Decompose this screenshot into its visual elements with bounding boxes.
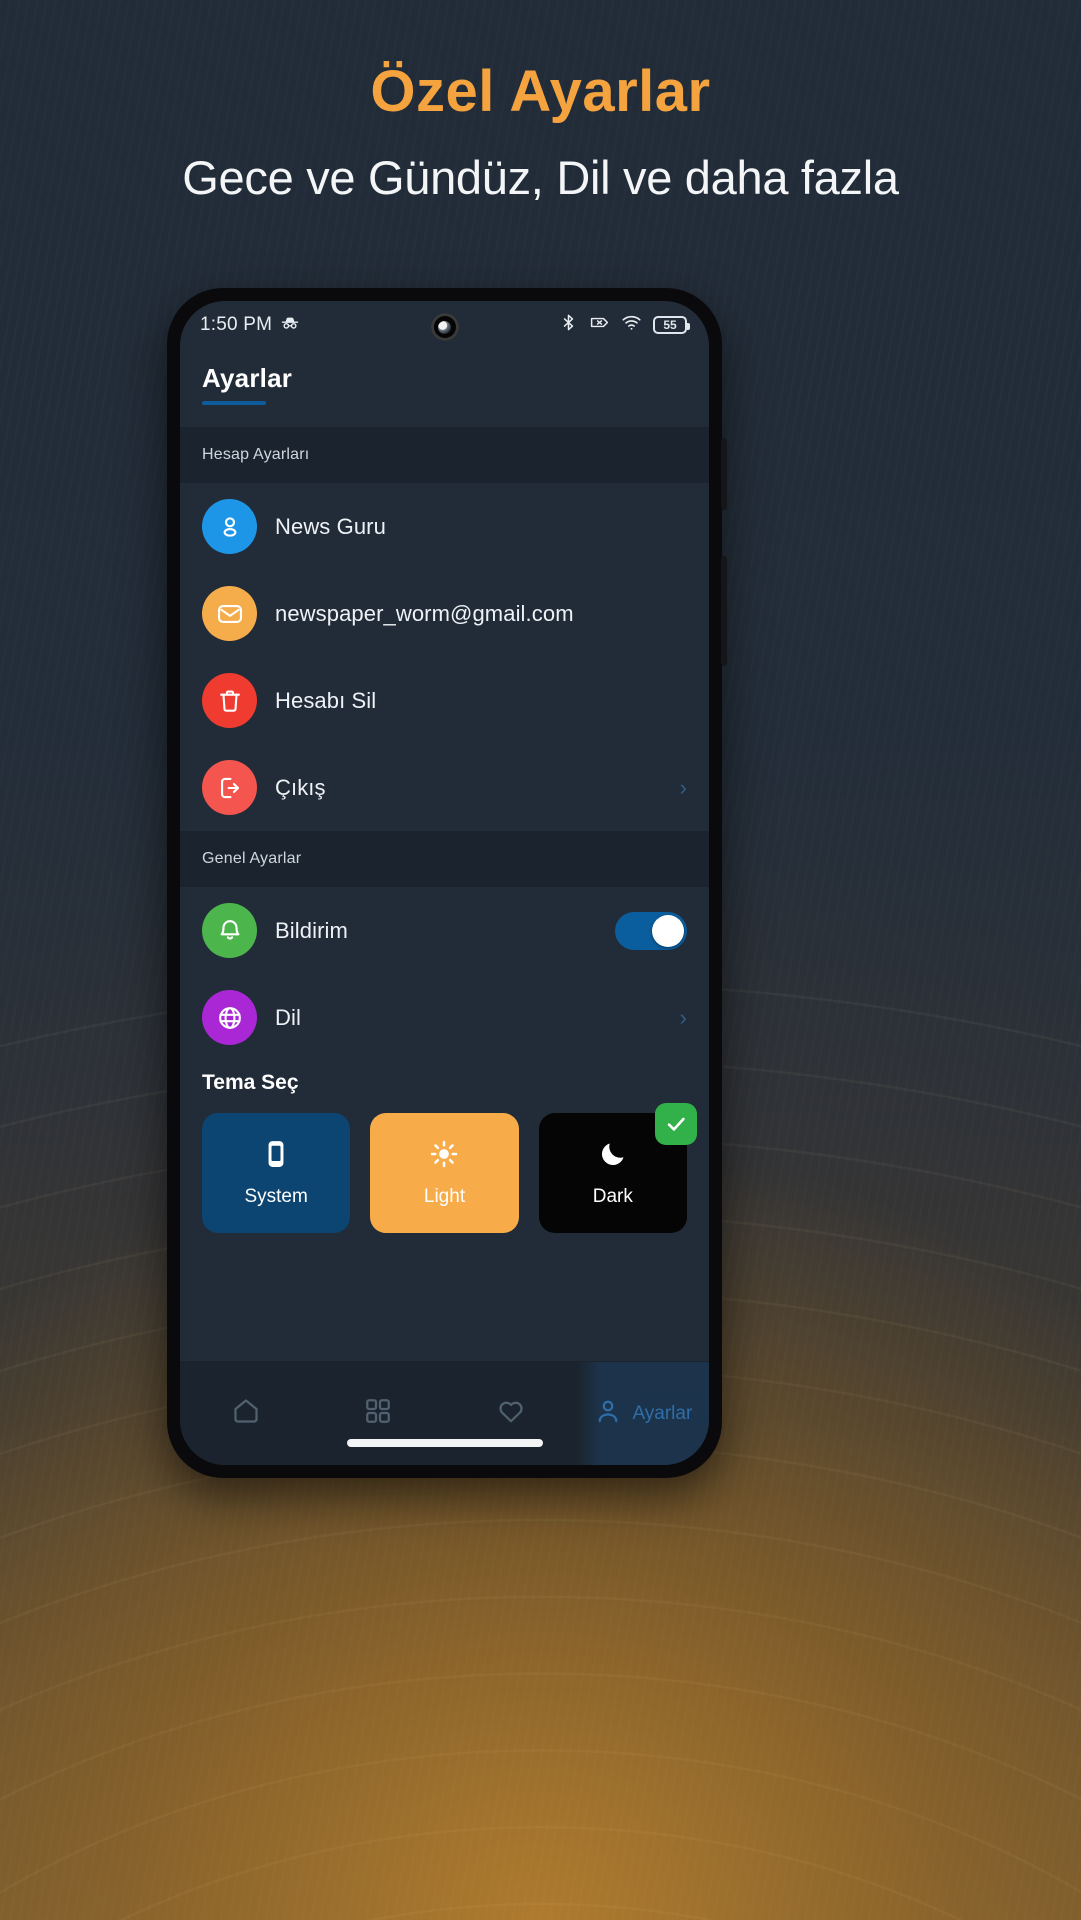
wifi-icon: [621, 312, 642, 338]
row-logout[interactable]: Çıkış ›: [180, 744, 709, 831]
row-notification[interactable]: Bildirim: [180, 887, 709, 974]
row-label: Hesabı Sil: [275, 687, 377, 713]
home-indicator: [346, 1439, 543, 1447]
status-bar: 1:50 PM 55: [180, 301, 709, 349]
nav-item-home[interactable]: [180, 1362, 312, 1465]
theme-option-dark[interactable]: Dark: [538, 1103, 697, 1233]
status-bar-right: 55: [559, 312, 690, 338]
check-icon: [667, 1117, 685, 1131]
sim-card-off-icon: [589, 312, 610, 338]
row-language[interactable]: Dil ›: [180, 974, 709, 1061]
row-label: News Guru: [275, 513, 386, 539]
camera-punch-hole: [430, 313, 459, 341]
grid-icon: [363, 1396, 393, 1431]
promo-title: Özel Ayarlar: [370, 59, 711, 124]
globe-icon: [202, 990, 257, 1045]
theme-option-label: Dark: [592, 1185, 633, 1207]
theme-card-group: System Light Dark: [202, 1103, 697, 1233]
nav-item-favorites[interactable]: [445, 1362, 577, 1465]
smartphone-icon: [261, 1139, 291, 1174]
account-rows: News Guru newspaper_worm@gmail.com Hesab…: [180, 483, 709, 831]
moon-icon: [598, 1139, 628, 1174]
chevron-right-icon[interactable]: ›: [680, 776, 687, 799]
bluetooth-icon: [559, 313, 578, 337]
battery-level: 55: [663, 318, 677, 332]
section-header-general: Genel Ayarlar: [180, 831, 709, 887]
phone-power-button: [721, 556, 727, 666]
phone-volume-button: [721, 438, 727, 510]
logout-icon: [202, 760, 257, 815]
user-icon: [202, 499, 257, 554]
nav-item-label: Ayarlar: [632, 1402, 693, 1424]
theme-option-system[interactable]: System: [202, 1113, 351, 1233]
chevron-right-icon[interactable]: ›: [680, 1006, 687, 1029]
sun-icon: [429, 1139, 459, 1174]
incognito-icon: [280, 313, 300, 338]
promo-subtitle: Gece ve Gündüz, Dil ve daha fazla: [182, 151, 899, 204]
phone-mockup: 1:50 PM 55 Ayarlar Hesap Ayarları News G…: [167, 288, 727, 1478]
toggle-knob: [652, 914, 684, 947]
heart-icon: [496, 1396, 526, 1431]
theme-section-title: Tema Seç: [202, 1071, 299, 1094]
row-account-email[interactable]: newspaper_worm@gmail.com: [180, 570, 709, 657]
title-underline: [202, 401, 266, 405]
trash-icon: [202, 673, 257, 728]
nav-item-settings[interactable]: Ayarlar: [576, 1362, 709, 1465]
bottom-navigation: Ayarlar: [180, 1361, 709, 1465]
app-header: Ayarlar: [180, 349, 709, 427]
row-label: Çıkış: [275, 774, 326, 800]
theme-option-label: Light: [423, 1185, 466, 1207]
theme-selected-check-badge: [654, 1103, 697, 1145]
theme-selector: Tema Seç System Light Dark: [180, 1061, 709, 1259]
phone-screen: 1:50 PM 55 Ayarlar Hesap Ayarları News G…: [180, 301, 709, 1465]
row-label: Dil: [275, 1004, 301, 1030]
mail-icon: [202, 586, 257, 641]
nav-item-categories[interactable]: [312, 1362, 444, 1465]
bell-icon: [202, 903, 257, 958]
row-label: newspaper_worm@gmail.com: [275, 600, 574, 626]
theme-option-label: System: [244, 1185, 308, 1207]
status-time: 1:50 PM: [200, 314, 273, 335]
notification-toggle[interactable]: [615, 911, 687, 950]
row-delete-account[interactable]: Hesabı Sil: [180, 657, 709, 744]
content-spacer: [180, 1259, 709, 1361]
home-icon: [231, 1396, 261, 1431]
person-icon: [593, 1396, 623, 1431]
row-label: Bildirim: [275, 917, 348, 943]
status-bar-left: 1:50 PM: [200, 313, 300, 338]
promo-stage: Özel Ayarlar Gece ve Gündüz, Dil ve daha…: [0, 0, 1081, 1920]
battery-icon: 55: [653, 316, 690, 334]
page-title: Ayarlar: [202, 363, 293, 393]
theme-option-light[interactable]: Light: [370, 1113, 519, 1233]
row-account-name[interactable]: News Guru: [180, 483, 709, 570]
section-header-account: Hesap Ayarları: [180, 427, 709, 483]
general-rows: Bildirim Dil ›: [180, 887, 709, 1061]
